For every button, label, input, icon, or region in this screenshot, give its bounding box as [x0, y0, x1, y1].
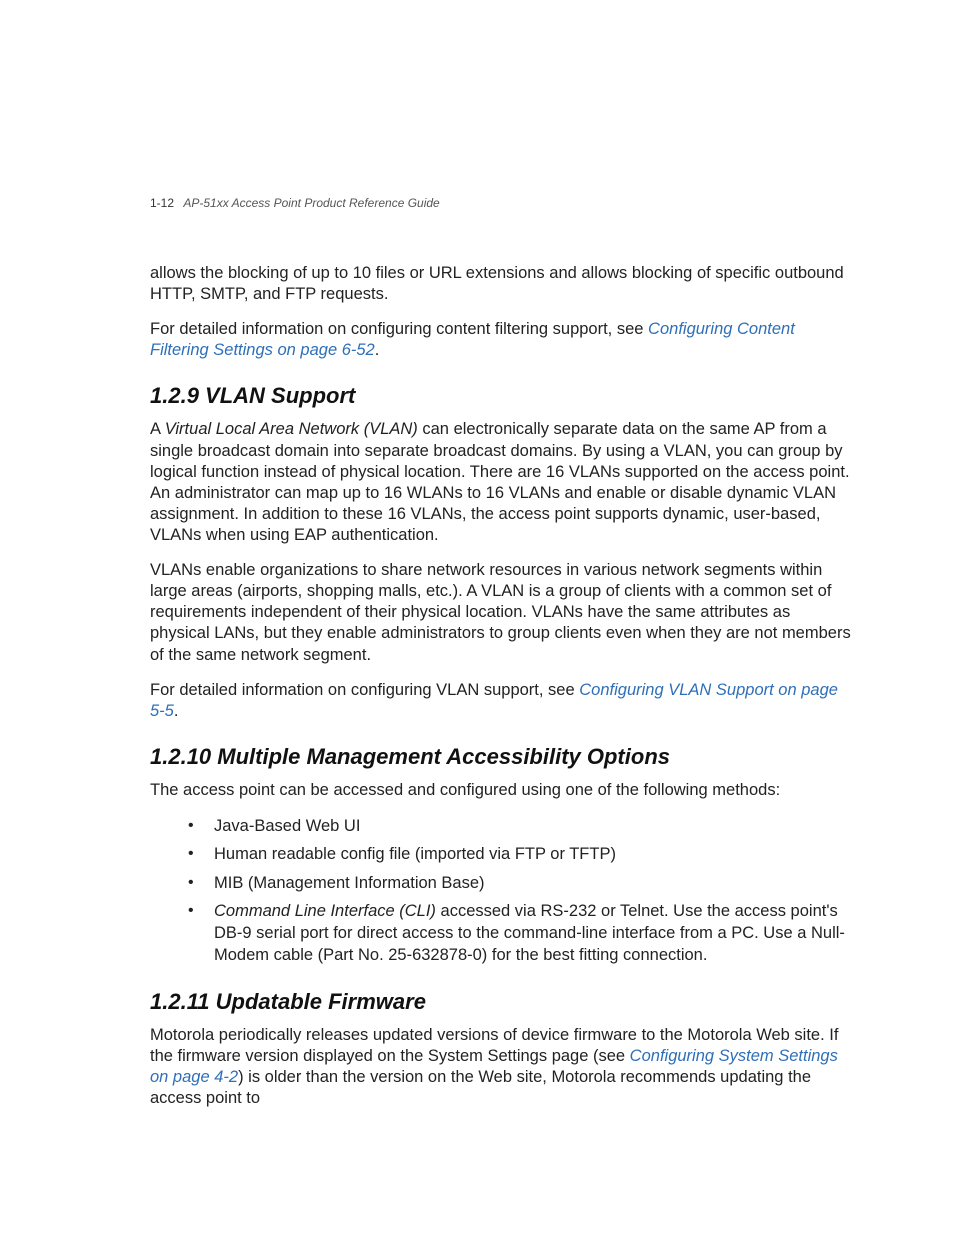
- list-item: Human readable config file (imported via…: [214, 843, 854, 865]
- document-page: 1-12 AP-51xx Access Point Product Refere…: [0, 0, 954, 1235]
- list-item: MIB (Management Information Base): [214, 872, 854, 894]
- text: For detailed information on configuring …: [150, 320, 648, 338]
- crossref-paragraph: For detailed information on configuring …: [150, 680, 854, 722]
- body-paragraph: Motorola periodically releases updated v…: [150, 1025, 854, 1109]
- text: ) is older than the version on the Web s…: [150, 1068, 811, 1107]
- bullet-list: Java-Based Web UI Human readable config …: [150, 815, 854, 967]
- text: For detailed information on configuring …: [150, 681, 579, 699]
- page-number: 1-12: [150, 196, 174, 210]
- body-paragraph: The access point can be accessed and con…: [150, 780, 854, 801]
- text: A: [150, 420, 165, 438]
- body-paragraph: A Virtual Local Area Network (VLAN) can …: [150, 419, 854, 546]
- text: .: [375, 341, 380, 359]
- page-content: allows the blocking of up to 10 files or…: [150, 263, 854, 1109]
- continuation-paragraph: allows the blocking of up to 10 files or…: [150, 263, 854, 305]
- body-paragraph: VLANs enable organizations to share netw…: [150, 560, 854, 666]
- term-cli: Command Line Interface (CLI): [214, 902, 436, 920]
- text: can electronically separate data on the …: [150, 420, 850, 544]
- list-item: Java-Based Web UI: [214, 815, 854, 837]
- list-item: Command Line Interface (CLI) accessed vi…: [214, 900, 854, 967]
- crossref-paragraph: For detailed information on configuring …: [150, 319, 854, 361]
- heading-updatable-firmware: 1.2.11 Updatable Firmware: [150, 989, 854, 1015]
- doc-title: AP-51xx Access Point Product Reference G…: [183, 196, 439, 210]
- term-vlan: Virtual Local Area Network (VLAN): [165, 420, 418, 438]
- heading-vlan-support: 1.2.9 VLAN Support: [150, 383, 854, 409]
- running-header: 1-12 AP-51xx Access Point Product Refere…: [150, 196, 440, 210]
- text: .: [174, 702, 179, 720]
- heading-mgmt-options: 1.2.10 Multiple Management Accessibility…: [150, 744, 854, 770]
